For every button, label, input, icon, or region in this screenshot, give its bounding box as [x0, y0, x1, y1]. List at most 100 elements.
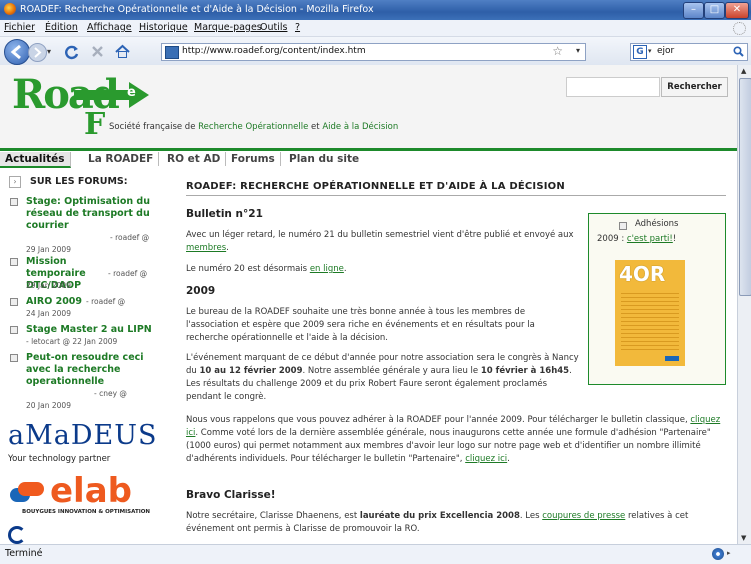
window-titlebar: ROADEF: Recherche Opérationnelle et d'Ai…: [0, 0, 751, 20]
navigation-toolbar: ▾ http://www.roadef.org/content/index.ht…: [0, 37, 751, 66]
firefox-icon: [4, 3, 16, 15]
elab-tagline: BOUYGUES INNOVATION & OPTIMISATION: [22, 509, 151, 515]
security-status-icon: [712, 548, 724, 560]
history-dropdown-icon[interactable]: ▾: [47, 47, 51, 56]
plus-box-icon: [619, 222, 627, 230]
journal-title: 4OR: [619, 262, 666, 286]
chevron-right-icon: ›: [9, 176, 21, 188]
scroll-down-icon[interactable]: ▼: [741, 534, 746, 542]
url-dropdown-icon[interactable]: ▾: [576, 46, 580, 55]
section-2009-paragraph-3: Nous vous rappelons que vous pouvez adhé…: [186, 415, 721, 464]
site-search-input[interactable]: [566, 77, 660, 97]
amadeus-logo[interactable]: aMaDEUS: [8, 420, 157, 451]
tab-actualites[interactable]: Actualités: [0, 152, 71, 168]
amadeus-tagline: Your technology partner: [8, 454, 111, 464]
bookmark-star-icon[interactable]: ☆: [552, 44, 563, 58]
forum-item-date: 29 Jan 2009: [26, 245, 71, 254]
vertical-scrollbar[interactable]: ▲ ▼: [737, 65, 751, 544]
back-button[interactable]: [4, 39, 30, 65]
back-arrow-icon: [10, 44, 21, 60]
plus-box-icon: [10, 258, 18, 266]
press-clippings-link[interactable]: coupures de presse: [542, 511, 625, 521]
menu-help[interactable]: ?: [295, 22, 300, 33]
forum-item-title[interactable]: Peut-on resoudre ceci avec la recherche …: [26, 352, 144, 388]
forum-item-author: - roadef @: [110, 233, 150, 242]
plus-box-icon: [10, 326, 18, 334]
maximize-button[interactable]: □: [704, 2, 725, 19]
section-2009-paragraph-1: Le bureau de la ROADEF souhaite une très…: [186, 307, 535, 343]
google-icon[interactable]: G: [633, 45, 647, 59]
minimize-button[interactable]: –: [683, 2, 704, 19]
site-search-button[interactable]: Rechercher: [661, 77, 728, 97]
en-ligne-link[interactable]: en ligne: [310, 264, 344, 274]
scrollbar-thumb[interactable]: [739, 78, 751, 296]
menu-fichier[interactable]: Fichier: [4, 22, 35, 33]
adhesions-line: 2009 : c'est parti!!: [597, 234, 677, 244]
reload-icon[interactable]: [64, 44, 80, 60]
bravo-title: Bravo Clarisse!: [186, 489, 276, 501]
menu-marque-pages[interactable]: Marque-pages: [194, 22, 262, 33]
url-text: http://www.roadef.org/content/index.htm: [182, 46, 366, 56]
site-header: Road e F Société française de Recherche …: [0, 65, 737, 151]
forum-item-title[interactable]: Stage Master 2 au LIPN: [26, 324, 156, 336]
elab-logo-mark: [10, 482, 44, 504]
forum-item-author: - letocart @ 22 Jan 2009: [26, 337, 118, 346]
window-title: ROADEF: Recherche Opérationnelle et d'Ai…: [20, 4, 374, 15]
adhesions-link[interactable]: c'est parti!: [627, 234, 673, 244]
resize-grip-icon[interactable]: ▸: [727, 549, 731, 557]
section-2009-title: 2009: [186, 285, 216, 297]
forward-button[interactable]: [28, 43, 47, 62]
bulletin-paragraph-1: Avec un léger retard, le numéro 21 du bu…: [186, 230, 574, 253]
logo-letter-f: F: [84, 107, 106, 142]
magnifier-icon[interactable]: [733, 46, 744, 57]
partner-logo-partial: [8, 526, 26, 544]
bulletin-partenaire-link[interactable]: cliquez ici: [465, 454, 507, 464]
search-bar[interactable]: G ▾ ejor: [630, 43, 748, 61]
tab-plan-du-site[interactable]: Plan du site: [284, 152, 364, 166]
bulletin-title: Bulletin n°21: [186, 208, 263, 220]
menu-bar: Fichier Édition Affichage Historique Mar…: [0, 20, 751, 37]
title-divider: [186, 195, 726, 196]
menu-affichage[interactable]: Affichage: [87, 22, 132, 33]
4or-journal-cover[interactable]: 4OR: [615, 260, 685, 366]
close-button[interactable]: ✕: [725, 2, 749, 19]
site-nav-tabs: Actualités La ROADEF RO et AD Forums Pla…: [0, 151, 737, 168]
search-engine-dropdown-icon[interactable]: ▾: [648, 47, 652, 55]
forum-item-author: - roadef @: [108, 269, 148, 278]
forum-item-date: 20 Jan 2009: [26, 401, 71, 410]
forward-arrow-icon: [34, 47, 42, 58]
forum-item-date: 24 Jan 2009: [26, 309, 71, 318]
menu-historique[interactable]: Historique: [139, 22, 188, 33]
publisher-logo: [665, 356, 679, 361]
menu-outils[interactable]: Outils: [260, 22, 287, 33]
status-bar: Terminé ▸: [0, 544, 751, 564]
tab-forums[interactable]: Forums: [226, 152, 281, 166]
home-icon[interactable]: [114, 43, 131, 60]
section-2009-paragraph-2: L'événement marquant de ce début d'année…: [186, 353, 579, 402]
adhesions-label: Adhésions: [635, 219, 679, 229]
members-link[interactable]: membres: [186, 243, 226, 253]
forum-item-date: 29 Jan 2009: [26, 281, 71, 290]
stop-icon[interactable]: [90, 44, 105, 59]
scroll-up-icon[interactable]: ▲: [741, 67, 746, 75]
logo-letter-e: e: [127, 85, 136, 100]
forum-item-author: - cney @: [94, 389, 127, 398]
main-content: ROADEF: RECHERCHE OPÉRATIONNELLE ET D'AI…: [176, 170, 732, 544]
site-tagline: Société française de Recherche Opération…: [109, 122, 399, 132]
tab-la-roadef[interactable]: La ROADEF: [83, 152, 160, 166]
bulletin-paragraph-2: Le numéro 20 est désormais en ligne.: [186, 264, 347, 274]
search-input-value: ejor: [657, 46, 675, 56]
forum-item-title[interactable]: Stage: Optimisation du réseau de transpo…: [26, 196, 156, 232]
plus-box-icon: [10, 198, 18, 206]
elab-logo[interactable]: elab: [50, 474, 132, 508]
journal-cover-text-block: [621, 290, 679, 350]
tab-ro-et-ad[interactable]: RO et AD: [162, 152, 227, 166]
menu-edition[interactable]: Édition: [45, 22, 78, 33]
url-bar[interactable]: http://www.roadef.org/content/index.htm …: [161, 43, 586, 61]
forum-item-author: - roadef @: [86, 297, 126, 306]
bravo-paragraph: Notre secrétaire, Clarisse Dhaenens, est…: [186, 511, 689, 534]
sidebar-heading: SUR LES FORUMS:: [30, 176, 128, 187]
site-favicon: [165, 46, 179, 59]
plus-box-icon: [10, 298, 18, 306]
adhesions-box: Adhésions 2009 : c'est parti!! 4OR: [588, 213, 726, 385]
